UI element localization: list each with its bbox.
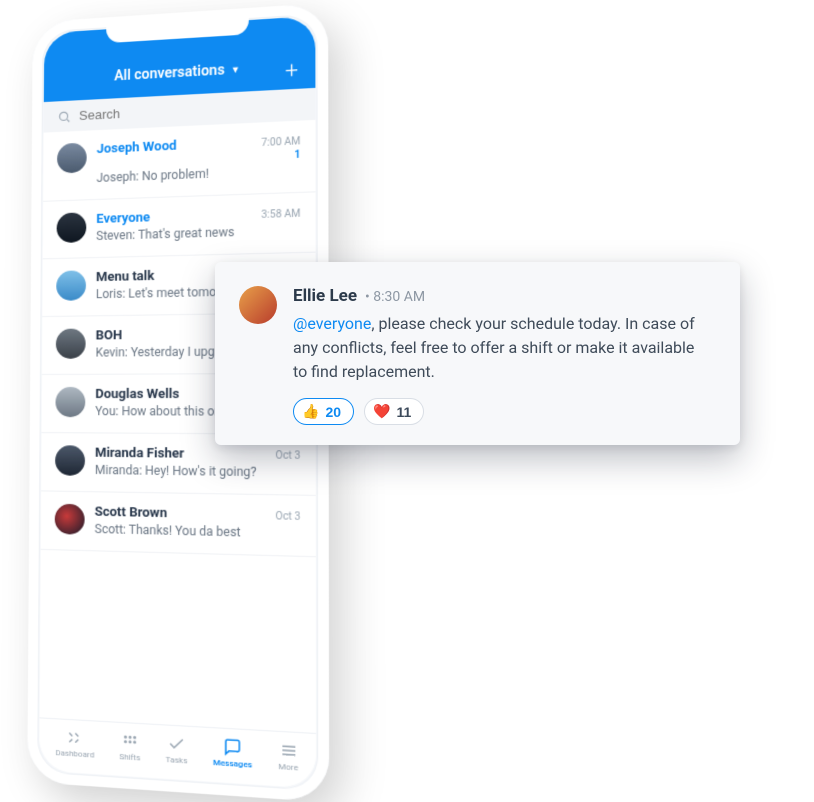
reaction-count: 20 <box>325 404 341 420</box>
tab-dashboard[interactable]: Dashboard <box>55 727 94 759</box>
unread-count: 1 <box>261 149 300 162</box>
more-icon <box>279 740 298 760</box>
search-icon <box>57 109 71 124</box>
messages-icon <box>223 737 242 757</box>
conversation-preview: Steven: That's great news <box>96 223 281 243</box>
conversation-name: Everyone <box>96 210 150 227</box>
heart-icon: ❤️ <box>373 403 390 420</box>
thumbs-up-icon: 👍 <box>302 403 319 420</box>
tab-more[interactable]: More <box>278 740 298 772</box>
conversation-name: BOH <box>96 328 123 343</box>
search-input[interactable] <box>79 97 301 123</box>
reaction-heart[interactable]: ❤️ 11 <box>364 398 424 425</box>
conversation-name: Miranda Fisher <box>95 446 184 462</box>
shifts-icon <box>121 731 139 751</box>
avatar <box>55 387 85 417</box>
tab-label: More <box>278 762 298 773</box>
reaction-count: 11 <box>396 404 411 420</box>
conversation-name: Menu talk <box>96 269 154 285</box>
conversation-time: 3:58 AM <box>261 208 300 221</box>
avatar <box>55 504 85 535</box>
conversation-time: Oct 3 <box>275 450 300 462</box>
tasks-icon <box>167 734 186 754</box>
avatar <box>57 212 87 243</box>
plus-icon: + <box>285 58 298 84</box>
conversation-row[interactable]: Joseph Wood 7:00 AM 1 Joseph: No problem… <box>43 120 315 202</box>
conversation-name: Joseph Wood <box>97 139 177 158</box>
conversation-preview: Miranda: Hey! How's it going? <box>95 463 281 480</box>
mention[interactable]: @everyone <box>293 314 371 333</box>
conversation-name: Scott Brown <box>95 504 167 521</box>
new-conversation-button[interactable]: + <box>285 60 298 83</box>
reaction-thumbs-up[interactable]: 👍 20 <box>293 398 354 425</box>
tab-label: Tasks <box>166 755 188 766</box>
message-body: @everyone, please check your schedule to… <box>293 312 712 384</box>
chevron-down-icon: ▼ <box>231 64 240 76</box>
message-card: Ellie Lee 8:30 AM @everyone, please chec… <box>215 262 740 445</box>
conversation-name: Douglas Wells <box>95 387 179 402</box>
tab-messages[interactable]: Messages <box>213 737 252 770</box>
conversations-dropdown-label: All conversations <box>114 62 225 84</box>
tab-label: Shifts <box>119 752 140 763</box>
conversations-dropdown[interactable]: All conversations ▼ <box>114 61 240 84</box>
tab-label: Dashboard <box>55 748 94 760</box>
conversation-time: 7:00 AM <box>261 136 300 149</box>
tab-label: Messages <box>213 758 252 770</box>
conversation-row[interactable]: Everyone 3:58 AM Steven: That's great ne… <box>43 192 316 259</box>
avatar <box>57 143 87 174</box>
avatar <box>55 445 85 476</box>
reactions-row: 👍 20 ❤️ 11 <box>293 398 712 425</box>
conversation-time: Oct 3 <box>275 511 300 523</box>
avatar <box>239 286 277 324</box>
avatar <box>56 329 86 359</box>
message-time: 8:30 AM <box>365 289 425 305</box>
conversation-row[interactable]: Scott Brown Oct 3 Scott: Thanks! You da … <box>41 491 316 557</box>
message-author: Ellie Lee <box>293 286 357 306</box>
tab-tasks[interactable]: Tasks <box>166 734 188 766</box>
conversation-preview: Scott: Thanks! You da best <box>95 522 282 541</box>
dashboard-icon <box>66 728 84 748</box>
tab-shifts[interactable]: Shifts <box>119 731 140 762</box>
avatar <box>56 270 86 301</box>
